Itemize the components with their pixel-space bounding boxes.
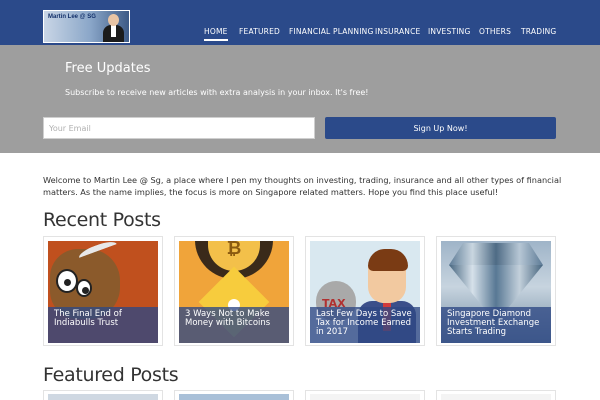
logo-text: Martin Lee @ SG — [48, 14, 96, 20]
post-card-tax[interactable]: TAX Last Few Days to Save Tax for Income… — [305, 236, 425, 346]
post-caption: 3 Ways Not to Make Money with Bitcoins — [179, 307, 289, 343]
nav-insurance[interactable]: INSURANCE — [375, 27, 421, 36]
post-title: The Final End of Indiabulls Trust — [54, 309, 122, 328]
featured-card[interactable] — [305, 390, 425, 400]
bitcoin-icon: ₿ 3 Ways Not to Make Money with Bitcoins — [179, 241, 289, 343]
post-title: Last Few Days to Save Tax for Income Ear… — [316, 309, 412, 337]
recent-posts-heading: Recent Posts — [43, 209, 161, 231]
signup-button[interactable]: Sign Up Now! — [325, 117, 556, 139]
diamond-icon: Singapore Diamond Investment Exchange St… — [441, 241, 551, 343]
logo-portrait-icon — [103, 13, 124, 42]
nav-trading[interactable]: TRADING — [521, 27, 556, 36]
post-card-diamond[interactable]: Singapore Diamond Investment Exchange St… — [436, 236, 556, 346]
site-header: Martin Lee @ SG HOME FEATURED FINANCIAL … — [0, 0, 600, 45]
post-caption: Last Few Days to Save Tax for Income Ear… — [310, 307, 420, 343]
post-caption: Singapore Diamond Investment Exchange St… — [441, 307, 551, 343]
post-caption: The Final End of Indiabulls Trust — [48, 307, 158, 343]
subscribe-title: Free Updates — [65, 61, 151, 76]
nav-others[interactable]: OTHERS — [479, 27, 511, 36]
nav-financial-planning[interactable]: FINANCIAL PLANNING — [289, 27, 373, 36]
nav-featured[interactable]: FEATURED — [239, 27, 280, 36]
featured-card[interactable] — [436, 390, 556, 400]
post-card-bitcoins[interactable]: ₿ 3 Ways Not to Make Money with Bitcoins — [174, 236, 294, 346]
tax-man-icon: TAX Last Few Days to Save Tax for Income… — [310, 241, 420, 343]
subscribe-subtitle: Subscribe to receive new articles with e… — [65, 88, 369, 97]
post-title: Singapore Diamond Investment Exchange St… — [447, 309, 540, 337]
email-input[interactable] — [43, 117, 315, 139]
featured-posts-heading: Featured Posts — [43, 364, 179, 386]
nav-home[interactable]: HOME — [204, 27, 228, 41]
intro-text: Welcome to Martin Lee @ Sg, a place wher… — [43, 175, 562, 197]
site-logo[interactable]: Martin Lee @ SG — [43, 10, 130, 43]
featured-card[interactable] — [43, 390, 163, 400]
bull-icon: The Final End of Indiabulls Trust — [48, 241, 158, 343]
subscribe-band: Free Updates Subscribe to receive new ar… — [0, 45, 600, 153]
post-title: 3 Ways Not to Make Money with Bitcoins — [185, 309, 271, 328]
featured-card[interactable] — [174, 390, 294, 400]
post-card-indiabulls[interactable]: The Final End of Indiabulls Trust — [43, 236, 163, 346]
nav-investing[interactable]: INVESTING — [428, 27, 470, 36]
